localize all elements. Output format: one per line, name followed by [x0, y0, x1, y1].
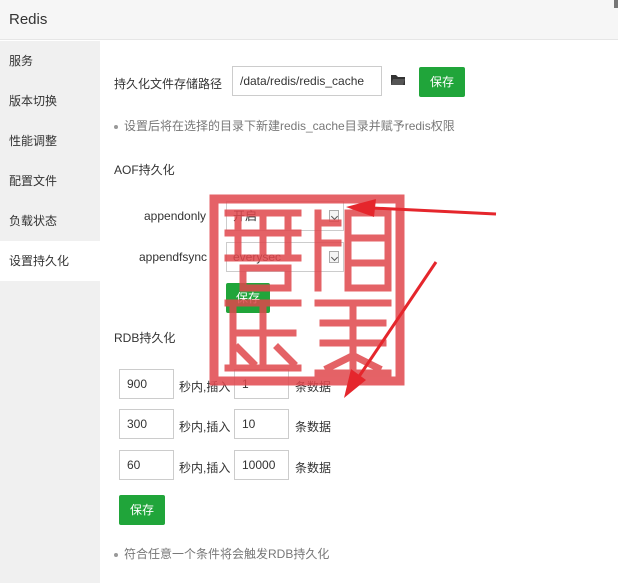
rdb-end-text: 条数据 [295, 420, 332, 434]
rdb-seconds-input[interactable] [119, 369, 174, 399]
sidebar-item-label: 配置文件 [9, 174, 58, 188]
rdb-mid-text: 秒内,插入 [179, 420, 231, 434]
sidebar-item-label: 版本切换 [9, 94, 58, 108]
path-input[interactable] [232, 66, 382, 96]
window-title: Redis [9, 11, 48, 28]
sidebar-item-load-status[interactable]: 负载状态 [0, 201, 100, 241]
sidebar-item-performance[interactable]: 性能调整 [0, 121, 100, 161]
bullet-dot [114, 124, 118, 129]
path-tip: 设置后将在选择的目录下新建redis_cache目录并赋予redis权限 [114, 117, 455, 134]
path-tip-text: 设置后将在选择的目录下新建redis_cache目录并赋予redis权限 [124, 119, 455, 133]
sidebar-item-label: 负载状态 [9, 214, 58, 228]
bullet-dot [114, 552, 118, 557]
rdb-heading: RDB持久化 [114, 331, 176, 345]
window-titlebar: Redis [0, 0, 618, 40]
sidebar-item-label: 设置持久化 [9, 254, 70, 268]
rdb-end-text: 条数据 [295, 461, 332, 475]
rdb-tip: 符合任意一个条件将会触发RDB持久化 [114, 545, 329, 562]
window-corner-mark [614, 0, 618, 8]
rdb-count-input[interactable] [234, 450, 289, 480]
sidebar-item-label: 性能调整 [9, 134, 58, 148]
rdb-seconds-input[interactable] [119, 450, 174, 480]
sidebar-item-label: 服务 [9, 54, 34, 68]
rdb-tip-text: 符合任意一个条件将会触发RDB持久化 [124, 547, 330, 561]
sidebar-item-persistence[interactable]: 设置持久化 [0, 241, 100, 281]
sidebar-item-service[interactable]: 服务 [0, 41, 100, 81]
rdb-mid-text: 秒内,插入 [179, 461, 231, 475]
appendonly-label: appendonly [144, 209, 207, 223]
sidebar-item-version-switch[interactable]: 版本切换 [0, 81, 100, 121]
appendfsync-label: appendfsync [139, 250, 208, 264]
sidebar-item-config-file[interactable]: 配置文件 [0, 161, 100, 201]
folder-icon[interactable] [390, 73, 406, 90]
path-label: 持久化文件存储路径 [114, 77, 223, 91]
aof-heading: AOF持久化 [114, 163, 175, 177]
rdb-seconds-input[interactable] [119, 409, 174, 439]
seal-stamp [208, 193, 406, 387]
rdb-save-button[interactable]: 保存 [119, 495, 165, 525]
sidebar: 服务 版本切换 性能调整 配置文件 负载状态 设置持久化 [0, 41, 100, 583]
rdb-count-input[interactable] [234, 409, 289, 439]
path-save-button[interactable]: 保存 [419, 67, 465, 97]
